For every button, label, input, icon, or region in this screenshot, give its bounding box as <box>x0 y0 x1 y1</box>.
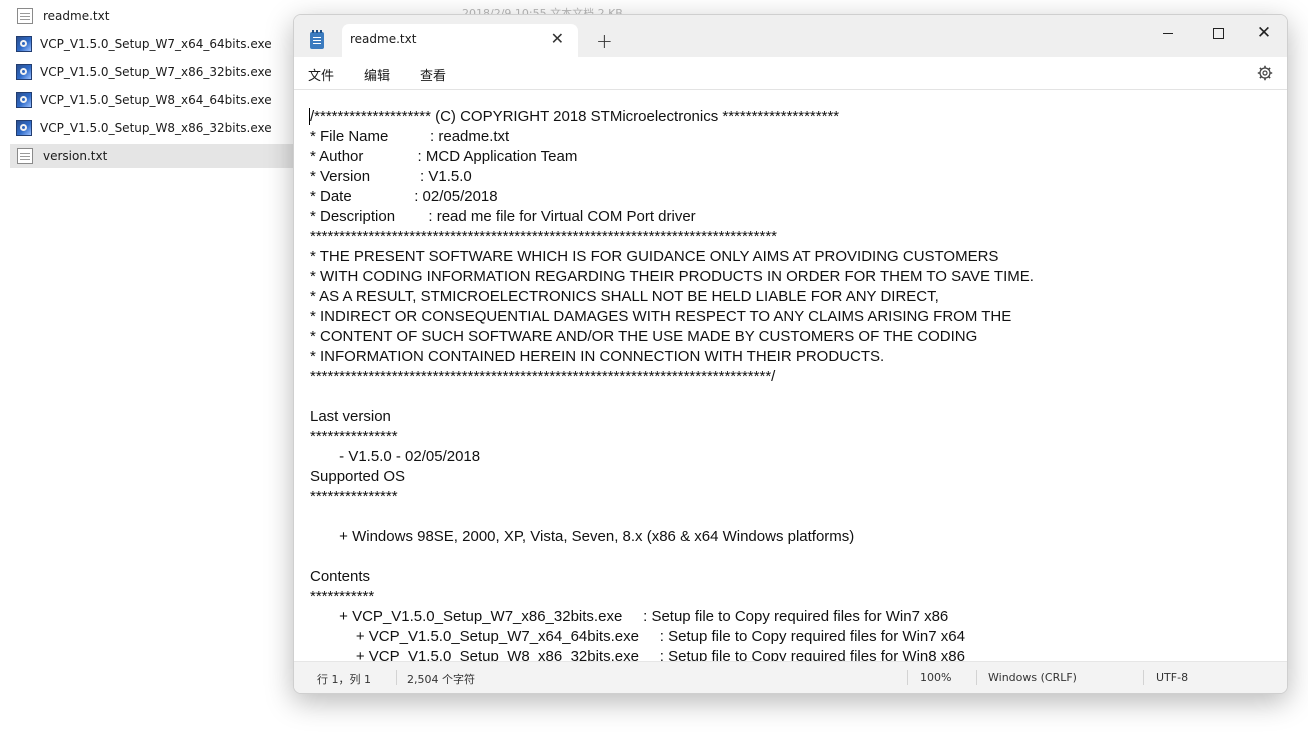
close-window-button[interactable]: ✕ <box>1241 19 1287 47</box>
close-icon: ✕ <box>1256 22 1272 43</box>
text-line: * Version : V1.5.0 <box>310 168 472 185</box>
text-line: * Author : MCD Application Team <box>310 148 578 165</box>
text-line: + Windows 98SE, 2000, XP, Vista, Seven, … <box>310 528 855 545</box>
file-row-readme[interactable]: readme.txt <box>10 4 300 28</box>
status-separator <box>1143 670 1144 685</box>
text-line: ****************************************… <box>310 368 776 385</box>
text-line: Last version <box>310 408 391 425</box>
text-line: + VCP_V1.5.0_Setup_W7_x64_64bits.exe : S… <box>310 628 965 645</box>
status-position: 行 1，列 1 <box>317 673 371 686</box>
text-line: * Description : read me file for Virtual… <box>310 208 696 225</box>
text-content: /******************** (C) COPYRIGHT 2018… <box>310 107 1034 661</box>
maximize-button[interactable] <box>1195 19 1241 47</box>
menu-edit[interactable]: 编辑 <box>364 65 390 84</box>
text-line: * Date : 02/05/2018 <box>310 188 498 205</box>
text-line: Supported OS <box>310 468 406 485</box>
text-line: *************** <box>310 428 398 445</box>
text-line: Contents <box>310 568 371 585</box>
text-line: * INDIRECT OR CONSEQUENTIAL DAMAGES WITH… <box>310 308 1012 325</box>
text-line: *********** <box>310 588 375 605</box>
plus-icon[interactable]: + <box>596 29 613 53</box>
gear-icon[interactable] <box>1257 65 1273 81</box>
exe-file-icon <box>16 36 32 52</box>
text-line: * AS A RESULT, STMICROELECTRONICS SHALL … <box>310 288 939 305</box>
file-row-w7-x86[interactable]: VCP_V1.5.0_Setup_W7_x86_32bits.exe <box>10 60 300 84</box>
text-line: * WITH CODING INFORMATION REGARDING THEI… <box>310 268 1034 285</box>
text-line: * INFORMATION CONTAINED HEREIN IN CONNEC… <box>310 348 885 365</box>
notepad-window: readme.txt ✕ + ✕ 文件 编辑 查看 /*************… <box>293 14 1288 694</box>
text-line: + VCP_V1.5.0_Setup_W8_x86_32bits.exe : S… <box>310 648 965 661</box>
status-separator <box>976 670 977 685</box>
text-line: ****************************************… <box>310 228 777 245</box>
status-line-ending[interactable]: Windows (CRLF) <box>988 671 1077 684</box>
menu-view[interactable]: 查看 <box>420 65 446 84</box>
tab-label: readme.txt <box>350 32 417 46</box>
file-name: VCP_V1.5.0_Setup_W8_x86_32bits.exe <box>40 121 272 135</box>
minimize-button[interactable] <box>1145 19 1191 47</box>
exe-file-icon <box>16 92 32 108</box>
close-icon[interactable]: ✕ <box>551 29 564 49</box>
text-line <box>310 507 1034 527</box>
file-row-version[interactable]: version.txt <box>10 144 300 168</box>
menu-bar: 文件 编辑 查看 <box>294 57 1287 90</box>
text-editor[interactable]: /******************** (C) COPYRIGHT 2018… <box>294 90 1287 661</box>
status-zoom[interactable]: 100% <box>920 671 951 684</box>
title-bar[interactable]: readme.txt ✕ + ✕ <box>294 15 1287 57</box>
file-row-w8-x64[interactable]: VCP_V1.5.0_Setup_W8_x64_64bits.exe <box>10 88 300 112</box>
text-line: /******************** (C) COPYRIGHT 2018… <box>310 108 840 125</box>
file-explorer-background: 2018/2/9 10:55 文本文档 2 KB readme.txt VCP_… <box>0 0 623 748</box>
exe-file-icon <box>16 120 32 136</box>
notepad-app-icon <box>310 30 324 49</box>
status-encoding[interactable]: UTF-8 <box>1156 671 1188 684</box>
text-line: * File Name : readme.txt <box>310 128 510 145</box>
maximize-icon <box>1212 27 1224 39</box>
file-name: VCP_V1.5.0_Setup_W7_x86_32bits.exe <box>40 65 272 79</box>
status-separator <box>907 670 908 685</box>
text-line: * THE PRESENT SOFTWARE WHICH IS FOR GUID… <box>310 248 999 265</box>
file-name: VCP_V1.5.0_Setup_W7_x64_64bits.exe <box>40 37 272 51</box>
file-row-w7-x64[interactable]: VCP_V1.5.0_Setup_W7_x64_64bits.exe <box>10 32 300 56</box>
txt-file-icon <box>17 8 33 24</box>
text-line <box>310 387 1034 407</box>
menu-file[interactable]: 文件 <box>308 65 334 84</box>
tab-readme[interactable]: readme.txt ✕ <box>342 24 578 57</box>
text-line: - V1.5.0 - 02/05/2018 <box>310 448 481 465</box>
status-char-count: 2,504 个字符 <box>407 673 475 686</box>
file-name: VCP_V1.5.0_Setup_W8_x64_64bits.exe <box>40 93 272 107</box>
txt-file-icon <box>17 148 33 164</box>
text-line <box>310 547 1034 567</box>
text-line: * CONTENT OF SUCH SOFTWARE AND/OR THE US… <box>310 328 978 345</box>
minimize-icon <box>1163 32 1173 34</box>
file-row-w8-x86[interactable]: VCP_V1.5.0_Setup_W8_x86_32bits.exe <box>10 116 300 140</box>
file-name: readme.txt <box>43 9 110 23</box>
status-bar: 行 1，列 1 2,504 个字符 100% Windows (CRLF) UT… <box>294 661 1287 693</box>
file-name: version.txt <box>43 149 108 163</box>
status-separator <box>396 670 397 685</box>
exe-file-icon <box>16 64 32 80</box>
text-line: + VCP_V1.5.0_Setup_W7_x86_32bits.exe : S… <box>310 608 949 625</box>
text-line: *************** <box>310 488 398 505</box>
